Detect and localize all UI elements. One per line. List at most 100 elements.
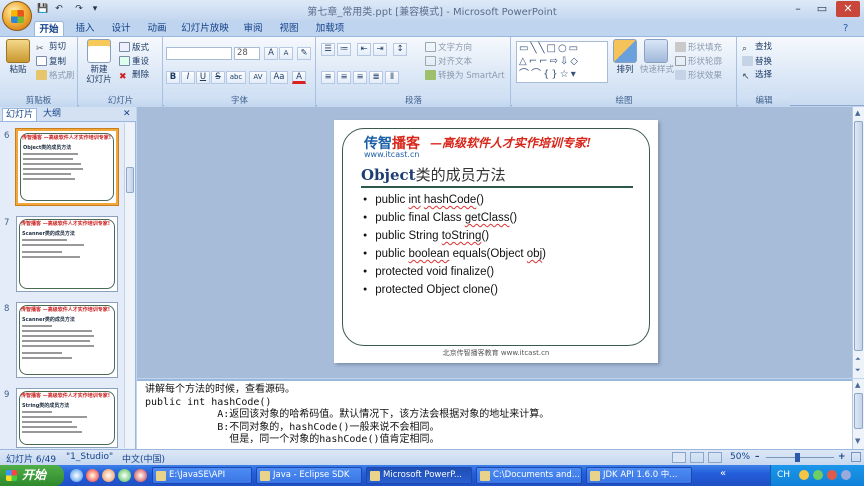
tab-insert[interactable]: 插入 [70, 21, 100, 36]
zoom-in-button[interactable]: + [838, 452, 846, 462]
taskbar-item-explorer[interactable]: E:\JavaSE\API [152, 467, 252, 484]
slide-bullet[interactable]: public String toString() [363, 230, 489, 242]
shape-outline-button[interactable]: 形状轮廓 [675, 56, 722, 68]
slide-thumbnail-7[interactable]: 传智播客 —高级软件人才实作培训专家! Scanner类的成员方法 [16, 216, 118, 292]
current-slide[interactable]: 传智播客 —高级软件人才实作培训专家! www.itcast.cn Object… [334, 120, 658, 363]
select-button[interactable]: ↖ 选择 [742, 70, 772, 82]
layout-button[interactable]: 版式 [119, 42, 149, 54]
format-painter-button[interactable]: 格式刷 [36, 70, 75, 82]
align-left-button[interactable]: ≡ [321, 71, 335, 84]
delete-slide-button[interactable]: ✖ 删除 [119, 70, 149, 82]
taskbar-expand-icon[interactable]: « [720, 468, 726, 479]
slide-thumbnail-8[interactable]: 传智播客 —高级软件人才实作培训专家! Scanner类的成员方法 [16, 302, 118, 378]
smartart-button[interactable]: 转换为 SmartArt [425, 70, 505, 82]
slideshow-view-icon[interactable] [708, 452, 722, 463]
scrollbar-thumb[interactable] [854, 393, 863, 429]
slide-thumbnail-6[interactable]: 传智播客 —高级软件人才实作培训专家! Object类的成员方法 [15, 128, 119, 206]
start-button[interactable]: 开始 [0, 465, 64, 486]
shape-effects-button[interactable]: 形状效果 [675, 70, 722, 82]
fit-to-window-icon[interactable] [851, 452, 861, 462]
slide-bullet[interactable]: protected void finalize() [363, 266, 494, 278]
numbering-button[interactable]: ≔ [337, 43, 351, 56]
shape-fill-button[interactable]: 形状填充 [675, 42, 722, 54]
notes-scrollbar[interactable]: ▲ ▼ [852, 379, 864, 449]
font-color-button[interactable]: A [292, 71, 306, 84]
bold-button[interactable]: B [166, 71, 180, 84]
ie-icon[interactable] [70, 469, 83, 482]
align-text-button[interactable]: 对齐文本 [425, 56, 472, 68]
slide-bullet[interactable]: public int hashCode() [363, 194, 484, 206]
strikethrough-button[interactable]: S [211, 71, 225, 84]
tab-review[interactable]: 审阅 [238, 21, 268, 36]
shadow-button[interactable]: abc [226, 71, 246, 84]
replace-button[interactable]: 替换 [742, 56, 772, 68]
zoom-level[interactable]: 50% [730, 452, 750, 462]
language-indicator[interactable]: 中文(中国) [122, 452, 165, 465]
scrollbar-thumb[interactable] [126, 167, 134, 193]
slide-bullet[interactable]: public final Class getClass() [363, 212, 517, 224]
increase-indent-button[interactable]: ⇥ [373, 43, 387, 56]
arrange-button[interactable]: 排列 [612, 39, 638, 75]
maximize-button[interactable]: ▭ [810, 1, 834, 17]
justify-button[interactable]: ≣ [369, 71, 383, 84]
taskbar-item-jdk-api[interactable]: JDK API 1.6.0 中... [586, 467, 692, 484]
font-name-combo[interactable] [166, 47, 232, 60]
thumbnail-scrollbar[interactable] [124, 123, 135, 448]
align-right-button[interactable]: ≡ [353, 71, 367, 84]
help-icon[interactable]: ? [843, 23, 848, 34]
underline-button[interactable]: U [196, 71, 210, 84]
clear-format-button[interactable]: ✎ [297, 47, 311, 60]
slide-thumbnail-9[interactable]: 传智播客 —高级软件人才实作培训专家! String类的成员方法 [16, 388, 118, 448]
minimize-button[interactable]: – [786, 1, 810, 17]
tray-icon[interactable] [799, 470, 809, 480]
tab-home[interactable]: 开始 [34, 21, 64, 36]
scroll-up-icon[interactable]: ▲ [855, 109, 860, 117]
pane-close-icon[interactable]: ✕ [120, 108, 134, 121]
columns-button[interactable]: ⫴ [385, 71, 399, 84]
quick-styles-button[interactable]: 快速样式 [640, 39, 674, 76]
speaker-notes[interactable]: 讲解每个方法的时候，查看源码。 public int hashCode() A:… [137, 379, 852, 449]
slide-title[interactable]: Object类的成员方法 [361, 164, 506, 185]
paste-button[interactable]: 粘贴 [4, 39, 32, 75]
slide-scrollbar[interactable]: ▲ ⏶ ⏷ [852, 107, 864, 378]
shrink-font-button[interactable]: A [279, 47, 293, 60]
scroll-up-icon[interactable]: ▲ [855, 381, 860, 389]
office-button[interactable] [2, 1, 32, 31]
scrollbar-thumb[interactable] [854, 121, 863, 351]
italic-button[interactable]: I [181, 71, 195, 84]
tray-icon[interactable] [813, 470, 823, 480]
network-icon[interactable] [841, 470, 851, 480]
tray-icon[interactable] [827, 470, 837, 480]
slide-sorter-icon[interactable] [690, 452, 704, 463]
change-case-button[interactable]: Aa [270, 71, 288, 84]
slide-bullet[interactable]: protected Object clone() [363, 284, 498, 296]
prev-slide-icon[interactable]: ⏶ [855, 355, 861, 364]
app-icon[interactable] [118, 469, 131, 482]
taskbar-item-powerpoint[interactable]: Microsoft PowerP... [366, 467, 472, 484]
browser-icon[interactable] [86, 469, 99, 482]
slide-bullet[interactable]: public boolean equals(Object obj) [363, 248, 546, 260]
decrease-indent-button[interactable]: ⇤ [357, 43, 371, 56]
app-icon[interactable] [134, 469, 147, 482]
tab-animations[interactable]: 动画 [142, 21, 172, 36]
reset-button[interactable]: 重设 [119, 56, 149, 68]
media-icon[interactable] [102, 469, 115, 482]
copy-button[interactable]: 复制 [36, 56, 66, 68]
zoom-slider-thumb[interactable] [795, 453, 800, 462]
normal-view-icon[interactable] [672, 452, 686, 463]
tab-design[interactable]: 设计 [106, 21, 136, 36]
bullets-button[interactable]: ☰ [321, 43, 335, 56]
tab-outline-pane[interactable]: 大纲 [40, 108, 64, 121]
align-center-button[interactable]: ≡ [337, 71, 351, 84]
tab-view[interactable]: 视图 [274, 21, 304, 36]
taskbar-item-documents[interactable]: C:\Documents and... [476, 467, 582, 484]
zoom-out-button[interactable]: – [755, 452, 760, 462]
new-slide-button[interactable]: 新建 幻灯片 [83, 39, 115, 85]
tab-addins[interactable]: 加载项 [310, 21, 350, 36]
text-direction-button[interactable]: 文字方向 [425, 42, 472, 54]
cut-button[interactable]: ✂ 剪切 [36, 42, 66, 54]
shapes-gallery[interactable]: ▭╲╲□○▭ △⌐⌐⇨⇩◇ ⌒⌒{}☆▾ [516, 41, 608, 83]
font-size-combo[interactable]: 28 [234, 47, 260, 60]
close-button[interactable]: ✕ [836, 1, 860, 17]
scroll-down-icon[interactable]: ▼ [855, 437, 860, 445]
